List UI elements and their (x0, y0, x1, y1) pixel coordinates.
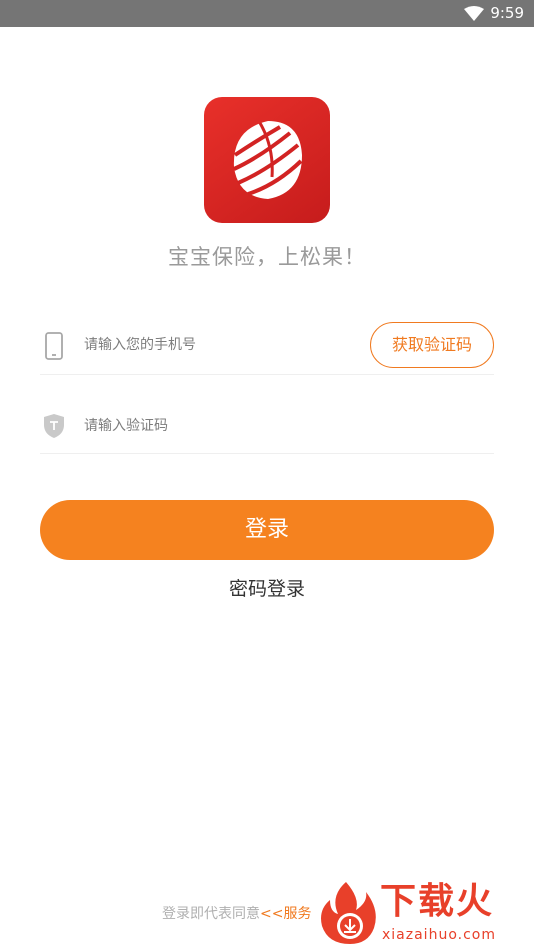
agreement-prefix: 登录即代表同意 (162, 906, 260, 922)
get-code-button[interactable]: 获取验证码 (370, 322, 494, 368)
status-time: 9:59 (490, 4, 524, 22)
shield-icon (44, 414, 64, 438)
code-divider (40, 453, 494, 454)
service-agreement-link[interactable]: <<服务 (260, 906, 311, 922)
app-slogan: 宝宝保险，上松果！ (168, 245, 366, 269)
phone-row: 获取验证码 (40, 295, 494, 375)
phone-input[interactable] (84, 330, 364, 360)
pinecone-logo-icon (233, 121, 303, 199)
login-button[interactable]: 登录 (40, 500, 494, 560)
status-bar: 9:59 (0, 0, 534, 27)
password-login-link[interactable]: 密码登录 (0, 575, 534, 603)
watermark-title: 下载火 (380, 881, 495, 922)
phone-icon (45, 332, 63, 360)
code-row (40, 374, 494, 454)
watermark-url: xiazaihuo.com (382, 927, 496, 943)
agreement-text: 登录即代表同意<<服务 (162, 904, 311, 924)
app-logo (204, 97, 330, 223)
watermark: 下载火 xiazaihuo.com (316, 876, 534, 949)
fire-download-icon (321, 882, 376, 944)
wifi-icon (464, 6, 484, 21)
code-input[interactable] (84, 411, 364, 441)
